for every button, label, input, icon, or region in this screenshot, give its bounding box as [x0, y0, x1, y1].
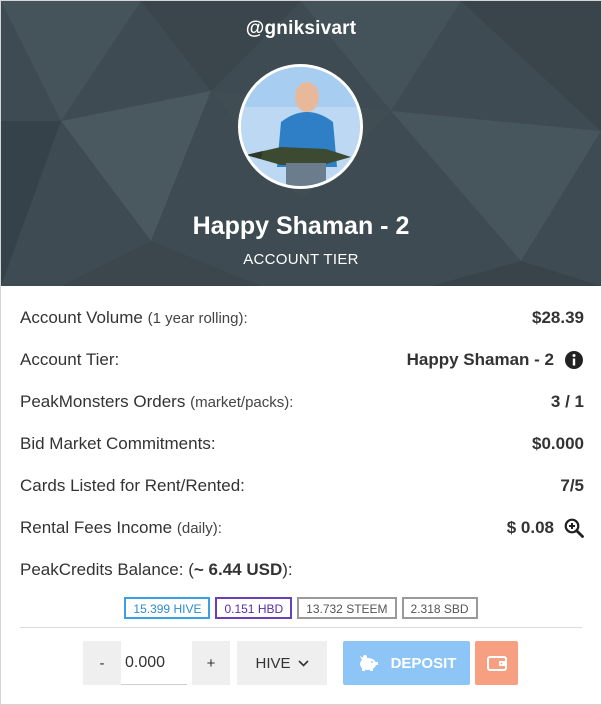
tier-caption: ACCOUNT TIER — [243, 251, 359, 268]
hive-balance-badge: 15.399 HIVE — [124, 597, 211, 619]
bid-market-value: $0.000 — [532, 434, 584, 453]
amount-input[interactable] — [121, 641, 187, 685]
stat-value: $0.000 — [532, 434, 584, 454]
deposit-controls: - + HIVE DEPOSIT — [1, 641, 601, 685]
stat-label: Account Volume (1 year rolling): — [20, 308, 248, 328]
avatar — [238, 64, 363, 189]
stat-label: PeakMonsters Orders (market/packs): — [20, 392, 293, 412]
peakcredits-label: PeakCredits Balance: (~ 6.44 USD): — [20, 560, 293, 580]
stat-label-suffix: ): — [282, 560, 293, 579]
deposit-button[interactable]: DEPOSIT — [343, 641, 470, 685]
hbd-balance-badge: 0.151 HBD — [215, 597, 293, 619]
stat-value: Happy Shaman - 2 — [407, 350, 584, 370]
stat-row-bid-market: Bid Market Commitments: $0.000 — [20, 423, 584, 465]
stat-label: Bid Market Commitments: — [20, 434, 216, 454]
tier-name: Happy Shaman - 2 — [192, 212, 410, 240]
rental-fees-value: $ 0.08 — [506, 518, 554, 537]
deposit-label: DEPOSIT — [390, 654, 457, 672]
account-tier-card: @gniksivart Happy Shaman - 2 ACCOUNT TIE… — [0, 0, 602, 705]
wallet-button[interactable] — [475, 641, 518, 685]
stat-row-cards-listed: Cards Listed for Rent/Rented: 7/5 — [20, 465, 584, 507]
stat-label-text: Account Tier: — [20, 350, 120, 369]
stat-label-sub: (market/packs): — [190, 394, 294, 411]
stat-label-text: PeakMonsters Orders — [20, 392, 186, 411]
currency-select[interactable]: HIVE — [237, 641, 327, 685]
decrement-button[interactable]: - — [83, 641, 121, 685]
chevron-down-icon — [297, 659, 309, 667]
stat-value: $28.39 — [532, 308, 584, 328]
stat-value: 3 / 1 — [551, 392, 584, 412]
stat-label: Rental Fees Income (daily): — [20, 518, 222, 538]
stat-row-account-volume: Account Volume (1 year rolling): $28.39 — [20, 297, 584, 339]
zoom-in-icon[interactable] — [564, 518, 584, 538]
avatar-image — [241, 67, 360, 186]
stat-label: Account Tier: — [20, 350, 119, 370]
stat-label-text: Rental Fees Income — [20, 518, 173, 537]
stat-label: Cards Listed for Rent/Rented: — [20, 476, 245, 496]
account-volume-value: $28.39 — [532, 308, 584, 327]
stat-label-text: Cards Listed for Rent/Rented: — [20, 476, 245, 495]
cards-listed-value: 7/5 — [560, 476, 584, 495]
balance-badges: 15.399 HIVE 0.151 HBD 13.732 STEEM 2.318… — [1, 597, 601, 619]
stat-label-text: Bid Market Commitments: — [20, 434, 216, 453]
stat-row-rental-fees: Rental Fees Income (daily): $ 0.08 — [20, 507, 584, 549]
stat-value: $ 0.08 — [507, 518, 584, 538]
stat-row-account-tier: Account Tier: Happy Shaman - 2 — [20, 339, 584, 381]
orders-value: 3 / 1 — [550, 392, 584, 411]
stat-label-text: Account Volume — [20, 308, 143, 327]
increment-button[interactable]: + — [192, 641, 230, 685]
peakcredits-usd: ~ 6.44 USD — [193, 560, 283, 579]
info-icon[interactable] — [564, 350, 584, 370]
stat-label-sub: (1 year rolling): — [147, 310, 248, 327]
currency-selected-value: HIVE — [255, 654, 291, 672]
wallet-icon — [486, 656, 507, 671]
stat-value: 7/5 — [560, 476, 584, 496]
piggy-bank-icon — [359, 655, 378, 671]
stat-row-peakcredits: PeakCredits Balance: (~ 6.44 USD): — [20, 549, 584, 591]
account-tier-value: Happy Shaman - 2 — [406, 350, 554, 369]
steem-balance-badge: 13.732 STEEM — [297, 597, 397, 619]
divider — [20, 627, 582, 628]
account-stats-list: Account Volume (1 year rolling): $28.39 … — [20, 297, 584, 591]
account-username: @gniksivart — [245, 18, 357, 39]
stat-row-peakmonsters-orders: PeakMonsters Orders (market/packs): 3 / … — [20, 381, 584, 423]
sbd-balance-badge: 2.318 SBD — [401, 597, 478, 619]
profile-header: @gniksivart Happy Shaman - 2 ACCOUNT TIE… — [1, 1, 601, 286]
stat-label-sub: (daily): — [176, 520, 222, 537]
stat-label-text: PeakCredits Balance: ( — [20, 560, 194, 579]
